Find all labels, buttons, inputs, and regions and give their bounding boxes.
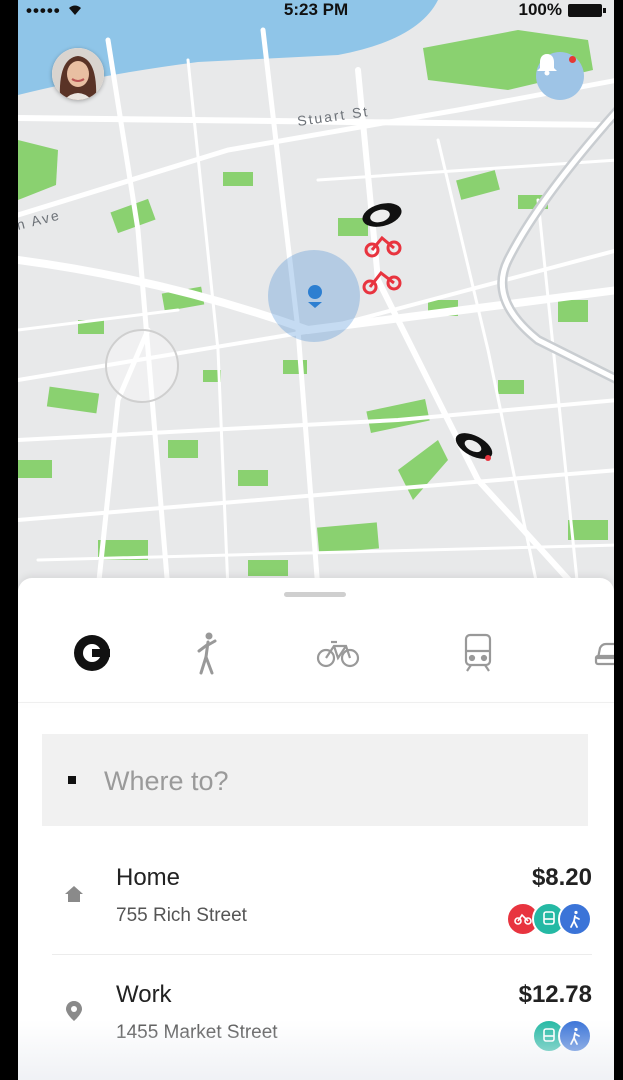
notification-dot: [569, 56, 576, 63]
map-touch-indicator: [105, 329, 179, 403]
destination-marker-icon: [68, 776, 76, 784]
uber-logo-icon: [74, 635, 110, 671]
battery-indicator: 100%: [518, 0, 606, 20]
train-icon: [464, 633, 492, 672]
map-canvas[interactable]: Stuart St n Ave: [18, 0, 614, 590]
bottom-sheet: Home 755 Rich Street $8.20 Work: [18, 578, 614, 1080]
mode-transit[interactable]: [448, 618, 508, 688]
car-icon: [594, 642, 614, 666]
bike-icon: [316, 640, 360, 668]
mode-car[interactable]: [584, 618, 614, 688]
place-name: Work: [116, 981, 172, 1008]
home-icon: [65, 886, 83, 902]
destination-search[interactable]: [42, 734, 588, 826]
screen: Stuart St n Ave ••••• 5:23 PM 100% Where…: [18, 0, 614, 1080]
battery-icon: [568, 3, 606, 17]
mode-ride[interactable]: [62, 618, 122, 688]
current-location-icon[interactable]: [308, 285, 322, 299]
route-options: [506, 902, 592, 936]
place-name: Home: [116, 864, 181, 891]
profile-avatar[interactable]: [52, 48, 104, 100]
saved-place-work[interactable]: Work 1455 Market Street $12.78: [52, 967, 592, 1071]
place-address: 755 Rich Street: [116, 905, 247, 926]
mode-bar-divider: [18, 702, 614, 703]
route-options: [532, 1019, 592, 1053]
bike-icon[interactable]: [364, 235, 402, 258]
place-price: $8.20: [531, 864, 592, 891]
location-pin-icon: [66, 1001, 82, 1021]
battery-percent: 100%: [518, 0, 562, 19]
transport-mode-bar: [18, 618, 614, 688]
walk-icon: [558, 1019, 592, 1053]
sheet-handle[interactable]: [284, 592, 346, 597]
place-address: 1455 Market Street: [116, 1022, 278, 1043]
saved-place-home[interactable]: Home 755 Rich Street $8.20: [52, 850, 592, 954]
bell-icon: [537, 54, 557, 76]
list-divider: [52, 954, 592, 955]
mode-bike[interactable]: [308, 618, 368, 688]
place-price: $12.78: [518, 981, 592, 1008]
where-to-input[interactable]: [102, 758, 566, 804]
mode-walk[interactable]: [178, 618, 238, 688]
map-view[interactable]: Stuart St n Ave: [18, 0, 614, 590]
walk-icon: [197, 632, 217, 675]
status-bar: ••••• 5:23 PM 100%: [18, 0, 614, 20]
walk-icon: [558, 902, 592, 936]
notifications-button[interactable]: [536, 52, 584, 100]
